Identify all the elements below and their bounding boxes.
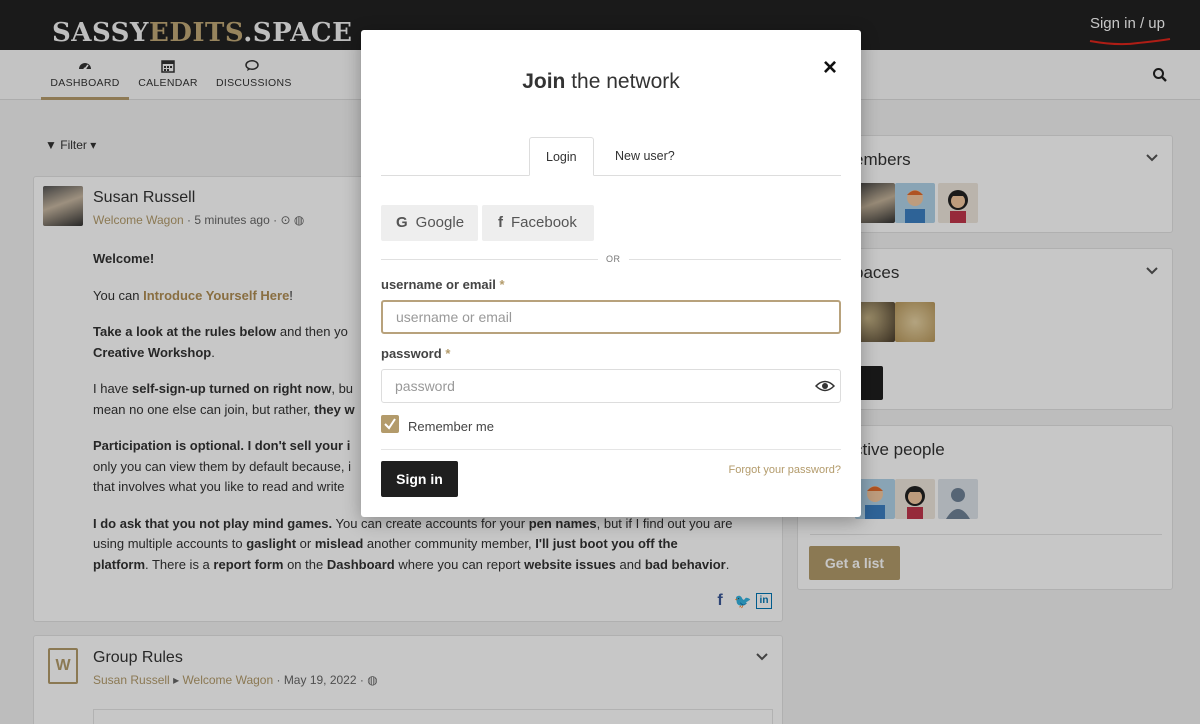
username-label-text: username or email: [381, 277, 496, 292]
password-label-text: password: [381, 346, 442, 361]
required-mark: *: [445, 346, 451, 361]
sign-in-button[interactable]: Sign in: [381, 461, 458, 497]
checkmark-icon: [384, 418, 396, 430]
google-icon: G: [396, 214, 408, 231]
login-modal: Join the network × Login New user? G Goog…: [361, 30, 861, 517]
password-label: password *: [381, 346, 450, 361]
modal-title: Join the network: [361, 70, 841, 94]
forgot-password-link[interactable]: Forgot your password?: [729, 464, 842, 476]
username-label: username or email *: [381, 277, 505, 292]
modal-title-rest: the network: [565, 70, 680, 93]
modal-title-bold: Join: [522, 70, 566, 93]
google-login-button[interactable]: G Google: [381, 205, 478, 241]
username-input[interactable]: [381, 300, 841, 334]
auth-tabs: Login New user?: [381, 137, 841, 176]
remember-me-label[interactable]: Remember me: [408, 419, 494, 434]
close-icon[interactable]: ×: [823, 56, 837, 80]
eye-icon[interactable]: [815, 379, 835, 393]
password-input[interactable]: [381, 369, 841, 403]
facebook-icon: f: [498, 214, 503, 231]
google-label: Google: [415, 214, 465, 231]
required-mark: *: [499, 277, 505, 292]
tab-new-user[interactable]: New user?: [599, 137, 691, 176]
tab-login[interactable]: Login: [529, 137, 594, 176]
remember-me-checkbox[interactable]: [381, 415, 399, 433]
or-text: OR: [598, 254, 629, 264]
modal-divider: [381, 449, 841, 450]
facebook-login-button[interactable]: f Facebook: [482, 205, 594, 241]
facebook-label: Facebook: [511, 214, 577, 231]
